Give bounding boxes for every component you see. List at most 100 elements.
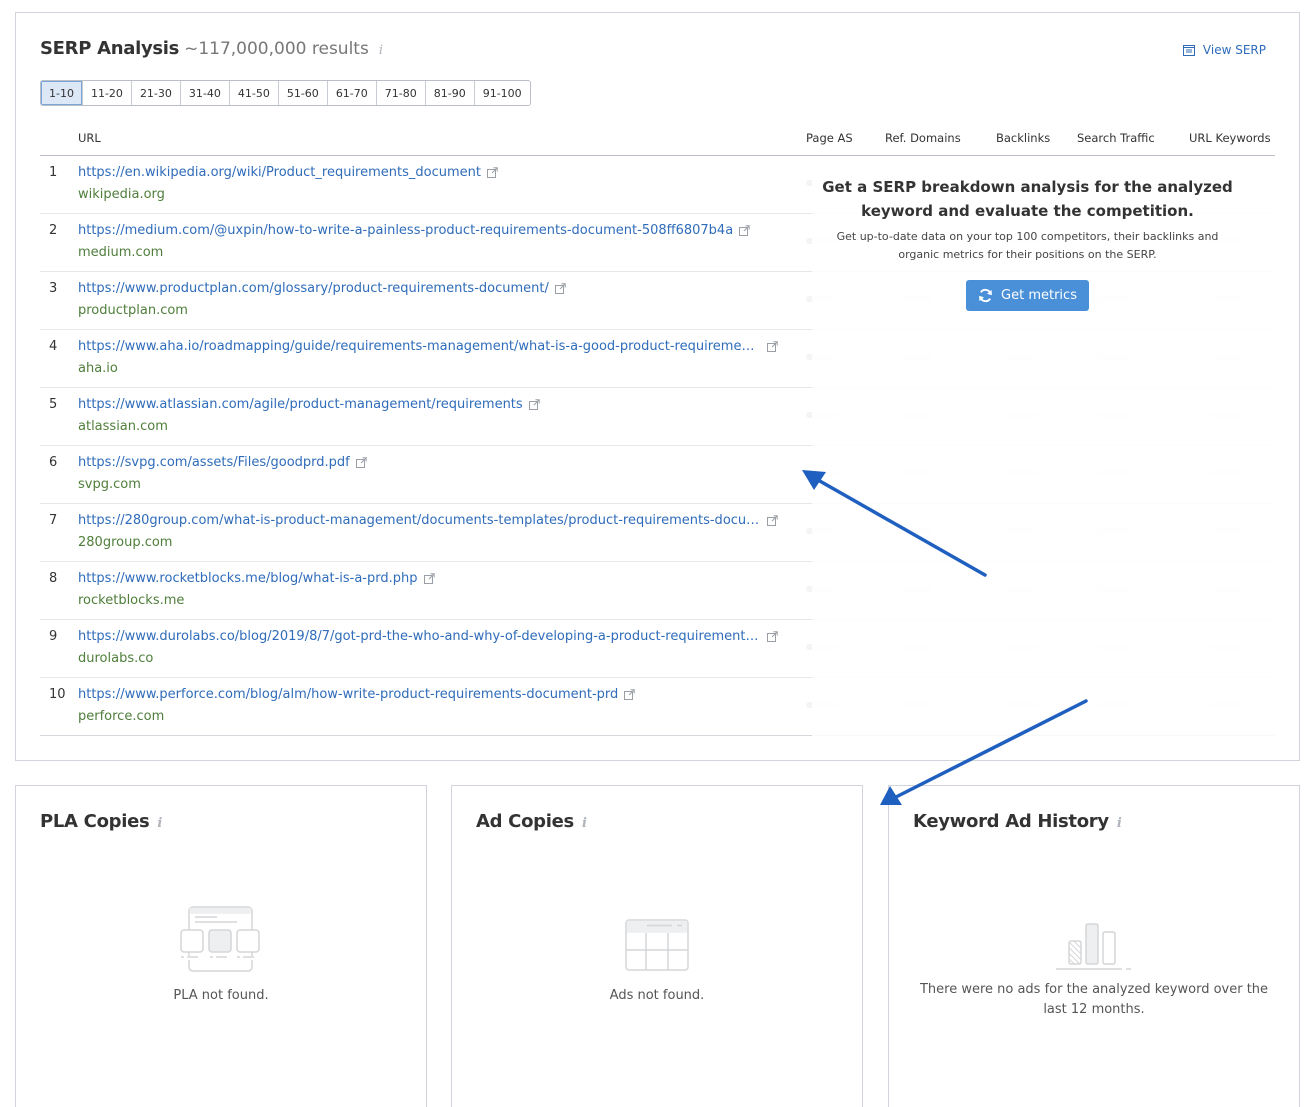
result-url-link[interactable]: https://www.aha.io/roadmapping/guide/req… bbox=[78, 339, 761, 354]
result-url-link[interactable]: https://280group.com/what-is-product-man… bbox=[78, 513, 761, 528]
result-url-line: https://www.atlassian.com/agile/product-… bbox=[78, 397, 540, 412]
external-link-icon[interactable] bbox=[486, 167, 498, 178]
ad-copies-title: Ad Copies i bbox=[476, 811, 587, 832]
pla-empty-text: PLA not found. bbox=[173, 988, 269, 1003]
result-url-line: https://svpg.com/assets/Files/goodprd.pd… bbox=[78, 455, 367, 470]
result-url-link[interactable]: https://svpg.com/assets/Files/goodprd.pd… bbox=[78, 455, 350, 470]
info-icon[interactable]: i bbox=[1117, 816, 1122, 831]
pla-copies-title-text: PLA Copies bbox=[40, 811, 150, 832]
keyword-ad-history-card: Keyword Ad History i There were no ads f… bbox=[888, 785, 1300, 1107]
result-position: 4 bbox=[49, 339, 58, 354]
column-header-url-keywords[interactable]: URL Keywords bbox=[1189, 131, 1271, 145]
ads-empty-text: Ads not found. bbox=[609, 988, 705, 1003]
pla-copies-title: PLA Copies i bbox=[40, 811, 162, 832]
result-url-line: https://www.aha.io/roadmapping/guide/req… bbox=[78, 339, 778, 354]
column-header-page-as[interactable]: Page AS bbox=[806, 131, 853, 145]
result-position: 9 bbox=[49, 629, 58, 644]
page-tab[interactable]: 71-80 bbox=[375, 81, 425, 105]
page-tab[interactable]: 61-70 bbox=[326, 81, 376, 105]
result-url-line: https://www.rocketblocks.me/blog/what-is… bbox=[78, 571, 435, 586]
result-url-line: https://en.wikipedia.org/wiki/Product_re… bbox=[78, 165, 498, 180]
page-tab[interactable]: 51-60 bbox=[277, 81, 327, 105]
result-url-line: https://www.durolabs.co/blog/2019/8/7/go… bbox=[78, 629, 778, 644]
table-header: URL Page AS Ref. Domains Backlinks Searc… bbox=[40, 128, 1275, 156]
info-icon[interactable]: i bbox=[379, 43, 383, 58]
view-serp-link[interactable]: View SERP bbox=[1182, 43, 1266, 57]
page-tab[interactable]: 11-20 bbox=[81, 81, 131, 105]
result-domain: atlassian.com bbox=[78, 419, 168, 434]
ad-copies-card: Ad Copies i Ads not found. bbox=[451, 785, 863, 1107]
bar-chart-placeholder-icon bbox=[1056, 923, 1131, 970]
result-position: 6 bbox=[49, 455, 58, 470]
result-url-link[interactable]: https://www.rocketblocks.me/blog/what-is… bbox=[78, 571, 418, 586]
result-position: 5 bbox=[49, 397, 58, 412]
keyword-ad-history-title: Keyword Ad History i bbox=[913, 811, 1122, 832]
keyword-ad-history-title-text: Keyword Ad History bbox=[913, 811, 1109, 832]
result-domain: rocketblocks.me bbox=[78, 593, 185, 608]
pla-copies-card: PLA Copies i PLA not found. bbox=[15, 785, 427, 1107]
view-serp-label: View SERP bbox=[1202, 43, 1266, 57]
result-domain: durolabs.co bbox=[78, 651, 154, 666]
promo-heading: Get a SERP breakdown analysis for the an… bbox=[822, 178, 1233, 220]
result-url-line: https://medium.com/@uxpin/how-to-write-a… bbox=[78, 223, 750, 238]
result-position: 7 bbox=[49, 513, 58, 528]
result-position: 8 bbox=[49, 571, 58, 586]
page-tab[interactable]: 91-100 bbox=[473, 81, 530, 105]
column-header-backlinks[interactable]: Backlinks bbox=[996, 131, 1050, 145]
result-url-link[interactable]: https://www.perforce.com/blog/alm/how-wr… bbox=[78, 687, 618, 702]
get-metrics-label: Get metrics bbox=[1001, 288, 1077, 303]
result-domain: 280group.com bbox=[78, 535, 173, 550]
ads-table-placeholder-icon bbox=[625, 919, 689, 971]
ad-copies-title-text: Ad Copies bbox=[476, 811, 574, 832]
external-link-icon[interactable] bbox=[767, 631, 778, 642]
get-metrics-button[interactable]: Get metrics bbox=[966, 280, 1089, 311]
ad-history-empty-state: There were no ads for the analyzed keywo… bbox=[889, 922, 1299, 1020]
results-pagination: 1-10 11-20 21-30 31-40 41-50 51-60 61-70… bbox=[40, 80, 531, 106]
ad-history-empty-text: There were no ads for the analyzed keywo… bbox=[919, 982, 1269, 1017]
result-url-line: https://www.productplan.com/glossary/pro… bbox=[78, 281, 566, 296]
info-icon[interactable]: i bbox=[157, 816, 162, 831]
result-domain: aha.io bbox=[78, 361, 118, 376]
external-link-icon[interactable] bbox=[423, 573, 435, 584]
result-domain: medium.com bbox=[78, 245, 164, 260]
result-url-link[interactable]: https://medium.com/@uxpin/how-to-write-a… bbox=[78, 223, 733, 238]
pla-empty-state: PLA not found. bbox=[16, 906, 426, 1006]
column-header-ref-domains[interactable]: Ref. Domains bbox=[885, 131, 961, 145]
result-position: 3 bbox=[49, 281, 58, 296]
results-count: ~117,000,000 results bbox=[184, 39, 369, 59]
result-url-link[interactable]: https://www.productplan.com/glossary/pro… bbox=[78, 281, 549, 296]
result-url-link[interactable]: https://en.wikipedia.org/wiki/Product_re… bbox=[78, 165, 481, 180]
result-url-line: https://280group.com/what-is-product-man… bbox=[78, 513, 778, 528]
external-link-icon[interactable] bbox=[767, 515, 778, 526]
refresh-icon bbox=[979, 288, 992, 303]
external-link-icon[interactable] bbox=[528, 399, 540, 410]
pla-placeholder-icon bbox=[180, 906, 262, 972]
result-domain: productplan.com bbox=[78, 303, 188, 318]
external-link-icon[interactable] bbox=[624, 689, 635, 700]
serp-analysis-card: SERP Analysis ~117,000,000 results i Vie… bbox=[15, 12, 1300, 761]
get-metrics-promo: Get a SERP breakdown analysis for the an… bbox=[820, 175, 1235, 311]
result-url-link[interactable]: https://www.atlassian.com/agile/product-… bbox=[78, 397, 523, 412]
external-link-icon[interactable] bbox=[767, 341, 778, 352]
external-link-icon[interactable] bbox=[355, 457, 367, 468]
external-link-icon[interactable] bbox=[554, 283, 566, 294]
external-link-icon[interactable] bbox=[739, 225, 750, 236]
serp-header: SERP Analysis ~117,000,000 results i bbox=[40, 38, 383, 59]
page-tab[interactable]: 1-10 bbox=[41, 81, 82, 105]
column-header-url: URL bbox=[78, 131, 101, 145]
page-tab[interactable]: 31-40 bbox=[179, 81, 229, 105]
result-domain: perforce.com bbox=[78, 709, 165, 724]
page-tab[interactable]: 21-30 bbox=[130, 81, 180, 105]
serp-document-icon bbox=[1182, 44, 1195, 56]
result-position: 1 bbox=[49, 165, 58, 180]
result-domain: svpg.com bbox=[78, 477, 141, 492]
info-icon[interactable]: i bbox=[582, 816, 587, 831]
column-header-search-traffic[interactable]: Search Traffic bbox=[1077, 131, 1155, 145]
result-url-link[interactable]: https://www.durolabs.co/blog/2019/8/7/go… bbox=[78, 629, 761, 644]
result-position: 10 bbox=[49, 687, 66, 702]
serp-title: SERP Analysis bbox=[40, 38, 180, 59]
result-domain: wikipedia.org bbox=[78, 187, 165, 202]
page-tab[interactable]: 41-50 bbox=[228, 81, 278, 105]
page-tab[interactable]: 81-90 bbox=[424, 81, 474, 105]
ads-empty-state: Ads not found. bbox=[452, 919, 862, 1006]
